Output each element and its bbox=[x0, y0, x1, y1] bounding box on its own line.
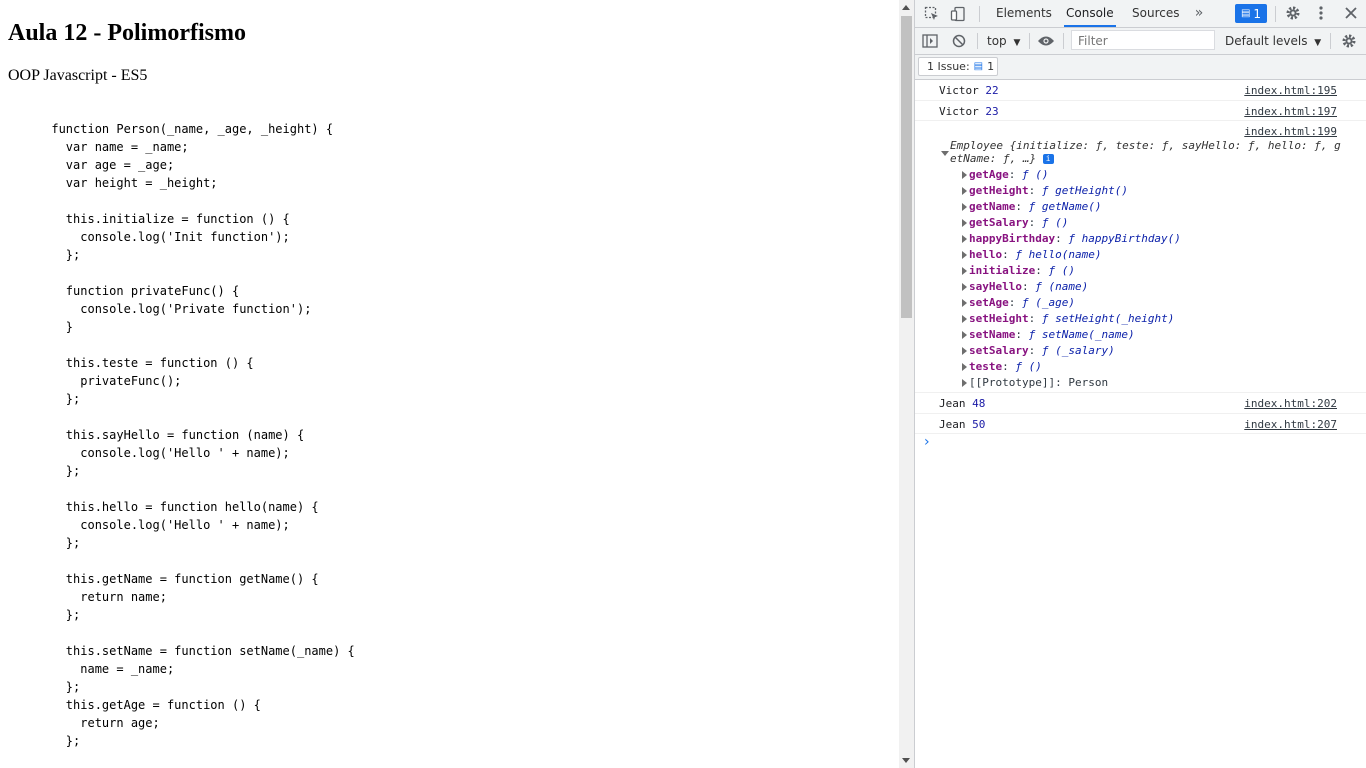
expand-triangle-icon[interactable] bbox=[941, 151, 949, 156]
expand-triangle-icon bbox=[962, 283, 967, 291]
console-prompt[interactable]: › bbox=[924, 435, 930, 449]
object-property[interactable]: happyBirthday: ƒ happyBirthday() bbox=[962, 231, 1181, 247]
object-property[interactable]: sayHello: ƒ (name) bbox=[962, 279, 1088, 295]
toolbar-separator bbox=[1330, 33, 1331, 49]
console-object-message: index.html:199 Employee {initialize: ƒ, … bbox=[915, 121, 1366, 393]
expand-triangle-icon bbox=[962, 203, 967, 211]
source-link[interactable]: index.html:195 bbox=[1244, 84, 1337, 97]
message-icon: ▤ bbox=[973, 61, 984, 72]
issues-label: 1 Issue: bbox=[927, 60, 970, 73]
log-text: Victor bbox=[939, 105, 979, 118]
tab-console[interactable]: Console bbox=[1064, 0, 1116, 27]
more-options-icon[interactable] bbox=[1313, 4, 1329, 22]
tab-elements[interactable]: Elements bbox=[994, 0, 1054, 27]
issues-button[interactable]: 1 Issue: ▤ 1 bbox=[918, 57, 998, 76]
object-property[interactable]: getName: ƒ getName() bbox=[962, 199, 1101, 215]
issues-bar: 1 Issue: ▤ 1 bbox=[915, 55, 1366, 80]
tab-sources[interactable]: Sources bbox=[1130, 0, 1181, 27]
dropdown-arrow-icon: ▼ bbox=[1314, 38, 1322, 48]
object-property[interactable]: hello: ƒ hello(name) bbox=[962, 247, 1101, 263]
expand-triangle-icon bbox=[962, 379, 967, 387]
device-toolbar-icon[interactable] bbox=[949, 5, 967, 23]
close-icon[interactable] bbox=[1342, 4, 1360, 22]
expand-triangle-icon bbox=[962, 331, 967, 339]
log-number: 50 bbox=[972, 418, 986, 431]
object-property[interactable]: initialize: ƒ () bbox=[962, 263, 1075, 279]
inspect-element-icon[interactable] bbox=[923, 5, 941, 23]
object-property[interactable]: setHeight: ƒ setHeight(_height) bbox=[962, 311, 1174, 327]
dropdown-arrow-icon: ▼ bbox=[1013, 38, 1021, 48]
eye-icon[interactable] bbox=[1036, 32, 1056, 50]
object-property[interactable]: setAge: ƒ (_age) bbox=[962, 295, 1075, 311]
context-selector[interactable]: top ▼ bbox=[987, 28, 1020, 56]
source-link[interactable]: index.html:199 bbox=[1244, 125, 1337, 138]
chevron-double-right-icon[interactable]: » bbox=[1191, 5, 1207, 21]
console-output: Victor 22 index.html:195 Victor 23 index… bbox=[915, 80, 1366, 434]
source-link[interactable]: index.html:197 bbox=[1244, 105, 1337, 118]
toolbar-separator bbox=[979, 6, 980, 22]
object-property[interactable]: teste: ƒ () bbox=[962, 359, 1042, 375]
devtools-panel: Elements Console Sources » ▤ 1 top ▼ Fil… bbox=[915, 0, 1366, 768]
console-message: Victor 23 index.html:197 bbox=[915, 101, 1366, 121]
context-selector-value: top bbox=[987, 34, 1007, 48]
log-text: Victor bbox=[939, 84, 979, 97]
code-listing: function Person(_name, _age, _height) { … bbox=[51, 122, 355, 748]
object-property[interactable]: getAge: ƒ () bbox=[962, 167, 1049, 183]
expand-triangle-icon bbox=[962, 171, 967, 179]
web-page: Aula 12 - Polimorfismo OOP Javascript - … bbox=[0, 0, 899, 768]
log-number: 23 bbox=[985, 105, 999, 118]
log-number: 48 bbox=[972, 397, 986, 410]
scrollbar-thumb[interactable] bbox=[901, 16, 912, 318]
expand-triangle-icon bbox=[962, 251, 967, 259]
log-number: 22 bbox=[985, 84, 999, 97]
page-subtitle: OOP Javascript - ES5 bbox=[8, 67, 148, 84]
source-link[interactable]: index.html:202 bbox=[1244, 397, 1337, 410]
scroll-up-arrow-icon[interactable] bbox=[902, 5, 910, 10]
expand-triangle-icon bbox=[962, 299, 967, 307]
info-icon: i bbox=[1042, 154, 1054, 164]
console-message: Jean 50 index.html:207 bbox=[915, 414, 1366, 434]
page-scrollbar[interactable] bbox=[899, 0, 914, 768]
page-heading: Aula 12 - Polimorfismo bbox=[8, 20, 246, 46]
object-property[interactable]: setName: ƒ setName(_name) bbox=[962, 327, 1135, 343]
log-levels-dropdown[interactable]: Default levels ▼ bbox=[1225, 28, 1321, 56]
expand-triangle-icon bbox=[962, 235, 967, 243]
gear-icon[interactable] bbox=[1284, 4, 1302, 22]
object-prototype[interactable]: [[Prototype]]: Person bbox=[962, 375, 1108, 391]
issues-badge[interactable]: ▤ 1 bbox=[1235, 4, 1267, 23]
object-property[interactable]: setSalary: ƒ (_salary) bbox=[962, 343, 1115, 359]
log-text: Jean bbox=[939, 397, 966, 410]
object-property[interactable]: getHeight: ƒ getHeight() bbox=[962, 183, 1128, 199]
message-icon: ▤ bbox=[1240, 8, 1251, 19]
object-summary-text: Employee {initialize: ƒ, teste: ƒ, sayHe… bbox=[950, 139, 1341, 165]
clear-console-icon[interactable] bbox=[950, 32, 968, 50]
issues-badge-count: 1 bbox=[1253, 6, 1262, 21]
console-message: Victor 22 index.html:195 bbox=[915, 80, 1366, 101]
expand-triangle-icon bbox=[962, 347, 967, 355]
toolbar-separator bbox=[1029, 33, 1030, 49]
expand-triangle-icon bbox=[962, 315, 967, 323]
expand-triangle-icon bbox=[962, 219, 967, 227]
log-levels-label: Default levels bbox=[1225, 34, 1308, 48]
object-summary[interactable]: Employee {initialize: ƒ, teste: ƒ, sayHe… bbox=[950, 139, 1345, 165]
console-toolbar: top ▼ Filter Default levels ▼ bbox=[915, 28, 1366, 55]
object-property[interactable]: getSalary: ƒ () bbox=[962, 215, 1068, 231]
filter-input[interactable]: Filter bbox=[1071, 30, 1215, 50]
console-message: Jean 48 index.html:202 bbox=[915, 393, 1366, 414]
expand-triangle-icon bbox=[962, 363, 967, 371]
console-settings-gear-icon[interactable] bbox=[1340, 32, 1358, 50]
issues-count: 1 bbox=[987, 60, 995, 73]
source-link[interactable]: index.html:207 bbox=[1244, 418, 1337, 431]
sidebar-toggle-icon[interactable] bbox=[921, 32, 939, 50]
toolbar-separator bbox=[1275, 6, 1276, 22]
scroll-down-arrow-icon[interactable] bbox=[902, 758, 910, 763]
log-text: Jean bbox=[939, 418, 966, 431]
expand-triangle-icon bbox=[962, 187, 967, 195]
expand-triangle-icon bbox=[962, 267, 967, 275]
toolbar-separator bbox=[977, 33, 978, 49]
devtools-tabbar: Elements Console Sources » ▤ 1 bbox=[915, 0, 1366, 28]
toolbar-separator bbox=[1063, 33, 1064, 49]
